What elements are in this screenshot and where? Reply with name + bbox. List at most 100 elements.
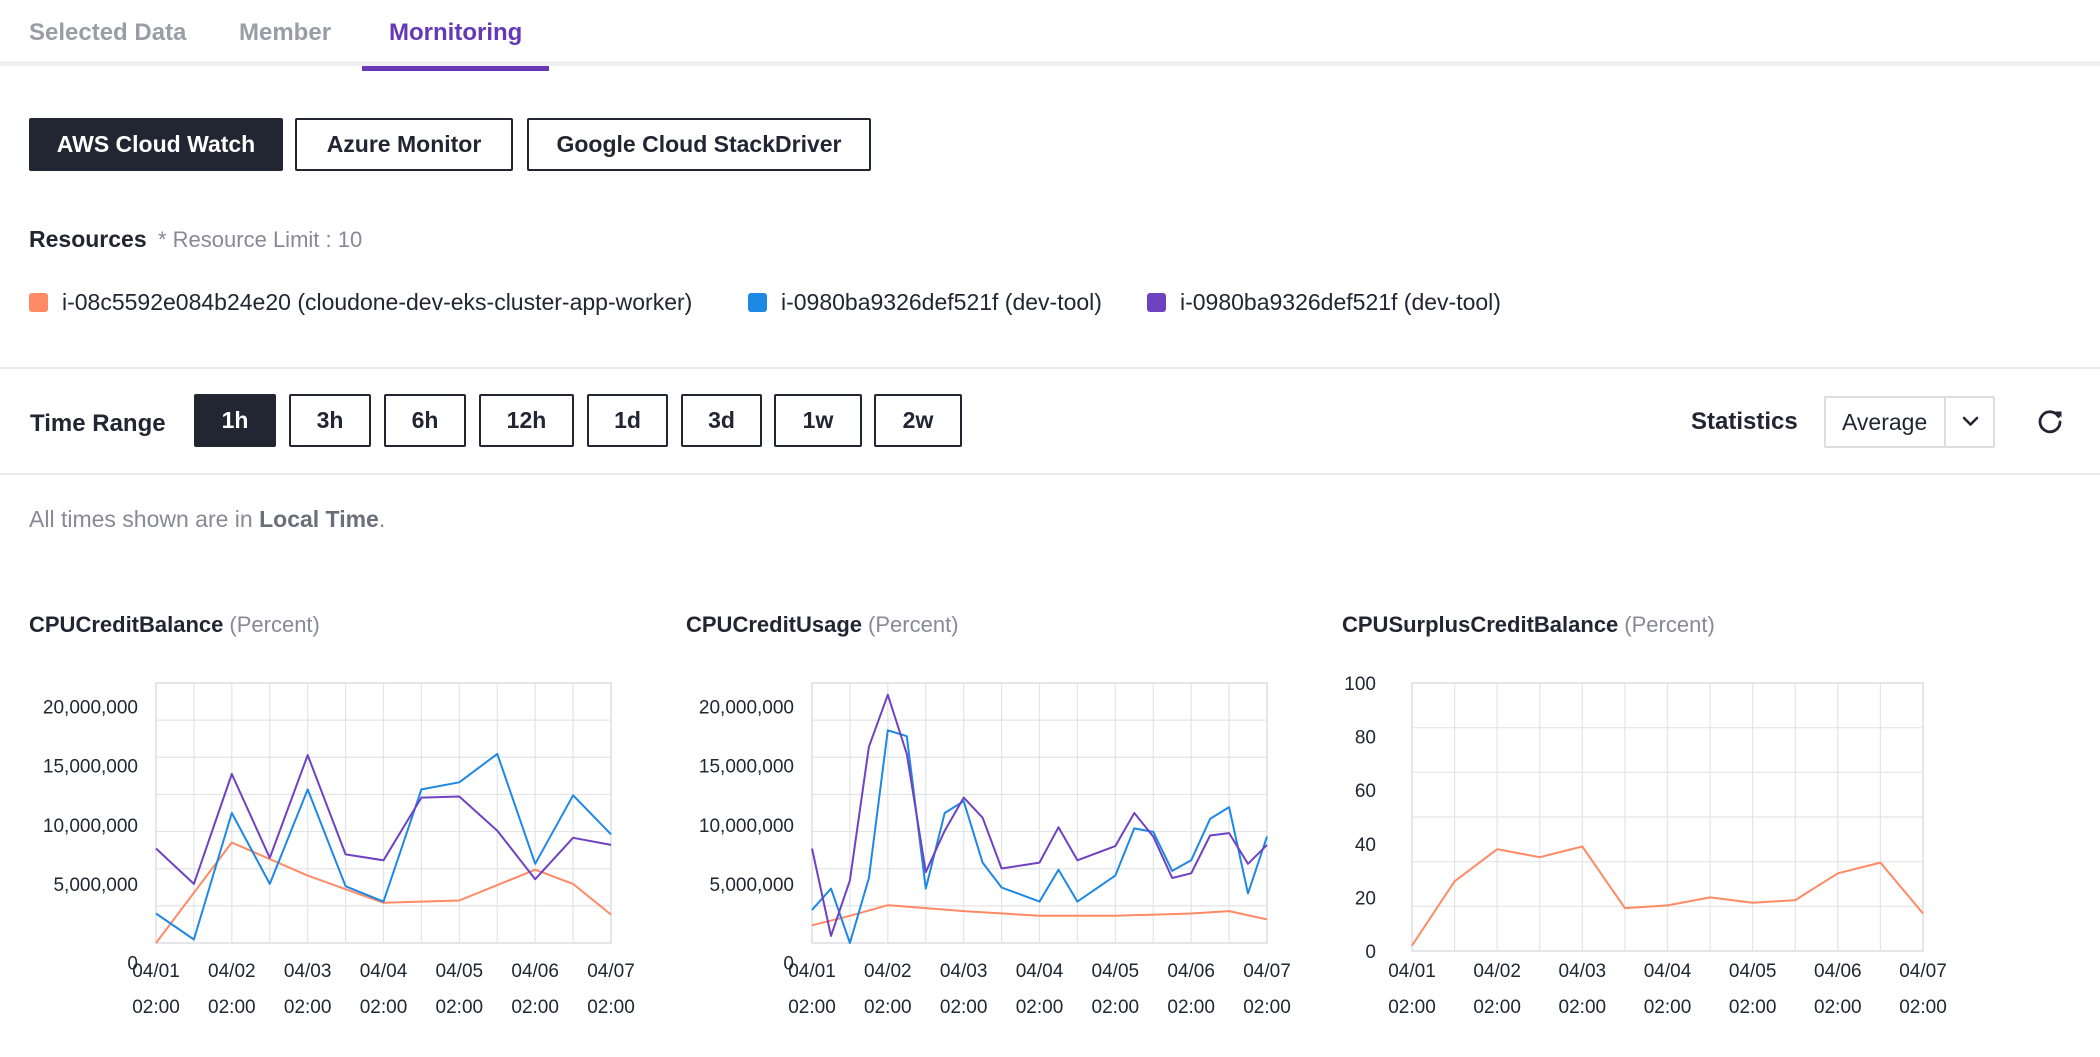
resource-legend-item[interactable]: i-0980ba9326def521f (dev-tool) (1147, 287, 1527, 317)
x-tick-label: 04/05 (1729, 961, 1777, 982)
x-tick-label: 02:00 (1167, 997, 1215, 1018)
chart-unit: (Percent) (1624, 612, 1715, 637)
x-tick-label: 04/07 (1899, 961, 1947, 982)
legend-label: i-0980ba9326def521f (dev-tool) (781, 289, 1102, 315)
local-time-note: All times shown are in Local Time. (29, 506, 385, 533)
chart-unit: (Percent) (868, 612, 959, 637)
y-tick-label: 0 (1365, 942, 1376, 963)
time-range-label: Time Range (30, 410, 166, 437)
y-tick-label: 15,000,000 (43, 757, 138, 778)
chart-title-text: CPUCreditUsage (686, 612, 863, 637)
note-prefix: All times shown are in (29, 506, 260, 532)
x-tick-label: 04/01 (788, 961, 836, 982)
x-tick-label: 04/04 (1016, 961, 1064, 982)
y-tick-label: 60 (1355, 781, 1376, 802)
time-range-2w-button[interactable]: 2w (874, 394, 962, 447)
legend-swatch (748, 293, 767, 312)
resource-limit: * Resource Limit : 10 (158, 227, 363, 252)
x-tick-label: 02:00 (284, 997, 332, 1018)
x-tick-label: 04/03 (1559, 961, 1607, 982)
note-emphasis: Local Time (259, 506, 379, 532)
x-tick-label: 04/03 (940, 961, 988, 982)
chart-title: CPUCreditBalance (Percent) (29, 612, 320, 638)
x-tick-label: 02:00 (788, 997, 836, 1018)
x-tick-label: 02:00 (1814, 997, 1862, 1018)
refresh-icon[interactable] (2032, 404, 2068, 440)
x-tick-label: 02:00 (1016, 997, 1064, 1018)
y-tick-label: 15,000,000 (699, 757, 794, 778)
time-range-3d-button[interactable]: 3d (681, 394, 762, 447)
y-tick-label: 20 (1355, 888, 1376, 909)
chart-title: CPUCreditUsage (Percent) (686, 612, 959, 638)
legend-swatch (29, 293, 48, 312)
y-tick-label: 40 (1355, 835, 1376, 856)
x-tick-label: 04/07 (1243, 961, 1291, 982)
note-suffix: . (378, 506, 386, 532)
statistics-label: Statistics (1691, 408, 1798, 435)
x-tick-label: 02:00 (1644, 997, 1692, 1018)
time-range-1h-button[interactable]: 1h (194, 394, 276, 447)
x-tick-label: 02:00 (1092, 997, 1140, 1018)
time-range-1w-button[interactable]: 1w (774, 394, 862, 447)
x-tick-label: 04/04 (360, 961, 408, 982)
legend-swatch (1147, 293, 1166, 312)
x-tick-label: 04/04 (1644, 961, 1692, 982)
x-tick-label: 02:00 (864, 997, 912, 1018)
resource-legend-item[interactable]: i-0980ba9326def521f (dev-tool) (748, 287, 1128, 317)
tab-selected-data[interactable]: Selected Data (2, 0, 213, 66)
x-tick-label: 02:00 (132, 997, 180, 1018)
time-range-3h-button[interactable]: 3h (289, 394, 371, 447)
tab-member[interactable]: Member (212, 0, 358, 66)
y-tick-label: 10,000,000 (699, 816, 794, 837)
chart-title-text: CPUSurplusCreditBalance (1342, 612, 1619, 637)
x-tick-label: 02:00 (1559, 997, 1607, 1018)
y-tick-label: 20,000,000 (699, 698, 794, 719)
x-tick-label: 04/06 (1814, 961, 1862, 982)
legend-label: i-08c5592e084b24e20 (cloudone-dev-eks-cl… (62, 289, 693, 315)
resources-title: Resources (29, 226, 147, 252)
y-tick-label: 10,000,000 (43, 816, 138, 837)
statistics-value: Average (1842, 409, 1928, 435)
cpu-surplus-credit-balance-chart: 100 80 60 40 20 0 04/01 02:00 04/02 02:00 04/03 02:… (1344, 674, 1947, 1018)
x-tick-label: 02:00 (360, 997, 408, 1018)
x-tick-label: 02:00 (511, 997, 559, 1018)
x-tick-label: 04/06 (1167, 961, 1215, 982)
x-tick-label: 02:00 (587, 997, 635, 1018)
x-tick-label: 04/01 (1388, 961, 1436, 982)
chevron-down-icon[interactable] (1946, 398, 1995, 446)
x-tick-label: 02:00 (436, 997, 484, 1018)
x-tick-label: 04/05 (1092, 961, 1140, 982)
chart-title: CPUSurplusCreditBalance (Percent) (1342, 612, 1715, 638)
x-tick-label: 04/07 (587, 961, 635, 982)
y-tick-label: 20,000,000 (43, 698, 138, 719)
time-range-12h-button[interactable]: 12h (479, 394, 574, 447)
resource-legend-item[interactable]: i-08c5592e084b24e20 (cloudone-dev-eks-cl… (29, 287, 729, 317)
x-tick-label: 04/05 (436, 961, 484, 982)
divider (0, 473, 2100, 475)
x-tick-label: 04/03 (284, 961, 332, 982)
x-tick-label: 02:00 (1473, 997, 1521, 1018)
tab-monitoring[interactable]: Mornitoring (362, 0, 550, 71)
chart-title-text: CPUCreditBalance (29, 612, 224, 637)
statistics-select[interactable]: Average (1824, 396, 1995, 448)
x-tick-label: 04/06 (511, 961, 559, 982)
time-range-6h-button[interactable]: 6h (384, 394, 466, 447)
legend-label: i-0980ba9326def521f (dev-tool) (1180, 289, 1501, 315)
x-tick-label: 02:00 (1729, 997, 1777, 1018)
x-tick-label: 04/02 (208, 961, 256, 982)
x-tick-label: 04/01 (132, 961, 180, 982)
y-tick-label: 5,000,000 (709, 875, 794, 896)
x-tick-label: 04/02 (864, 961, 912, 982)
y-tick-label: 80 (1355, 728, 1376, 749)
tab-bar: Selected Data Member Mornitoring (0, 0, 2100, 71)
cpu-credit-usage-chart: 20,000,000 15,000,000 10,000,000 5,000,000 0… (699, 682, 1291, 1018)
azure-monitor-button[interactable]: Azure Monitor (295, 118, 513, 171)
aws-cloudwatch-button[interactable]: AWS Cloud Watch (29, 118, 283, 171)
google-stackdriver-button[interactable]: Google Cloud StackDriver (527, 118, 871, 171)
cpu-credit-balance-chart: 20,000,000 15,000,000 10,000,000 5,000,000 0… (43, 682, 635, 1018)
x-tick-label: 02:00 (1243, 997, 1291, 1018)
x-tick-label: 02:00 (1899, 997, 1947, 1018)
x-tick-label: 04/02 (1473, 961, 1521, 982)
x-tick-label: 02:00 (208, 997, 256, 1018)
time-range-1d-button[interactable]: 1d (587, 394, 668, 447)
